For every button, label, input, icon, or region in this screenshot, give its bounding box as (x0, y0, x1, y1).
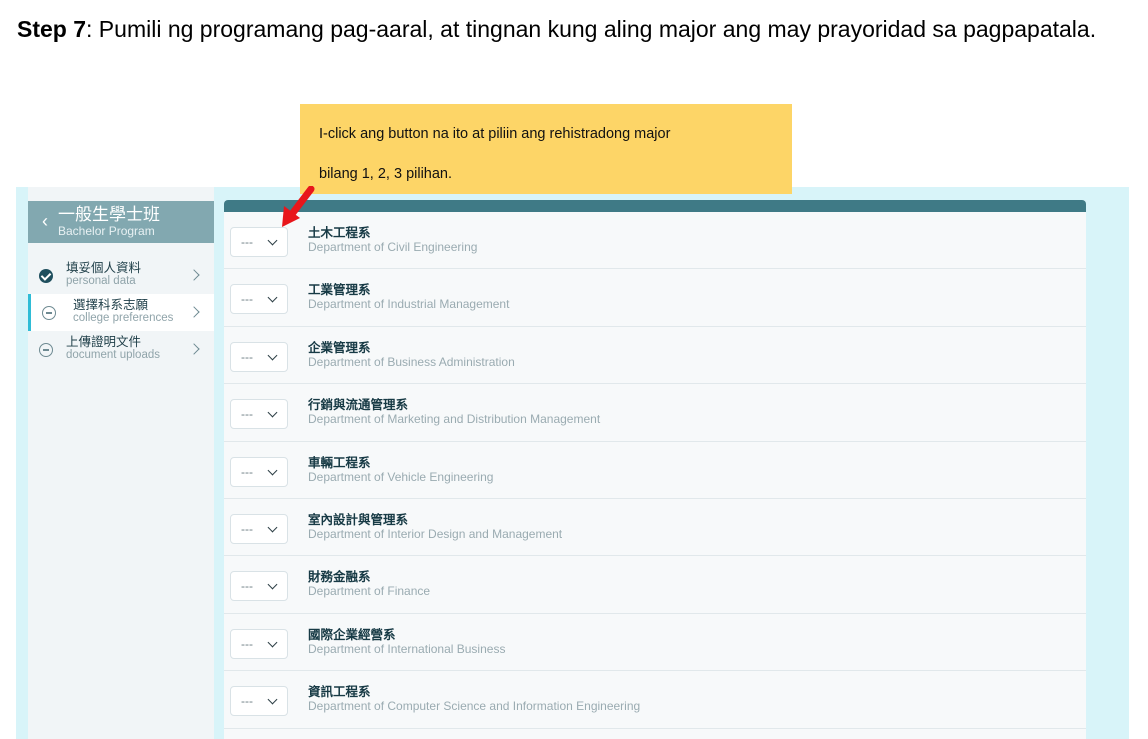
preference-select-value: --- (241, 521, 253, 536)
step-label: Step 7 (17, 16, 87, 42)
department-row-civil-engineering: --- 土木工程系 Department of Civil Engineerin… (224, 212, 1086, 270)
preference-select[interactable]: --- (230, 284, 288, 315)
chevron-right-icon (188, 343, 200, 355)
preference-select-value: --- (241, 464, 253, 479)
preference-select-value: --- (241, 407, 253, 422)
step-label-en: college preferences (73, 312, 174, 324)
chevron-down-icon (267, 407, 278, 418)
step-label-zh: 填妥個人資料 (66, 261, 142, 275)
minus-circle-icon (42, 306, 56, 320)
preference-select[interactable]: --- (230, 456, 288, 487)
callout-line-1: I-click ang button na ito at piliin ang … (319, 126, 671, 142)
chevron-down-icon (267, 350, 278, 361)
department-panel: --- 土木工程系 Department of Civil Engineerin… (224, 200, 1086, 739)
preference-select[interactable]: --- (230, 571, 288, 602)
department-name-zh: 車輛工程系 (308, 455, 371, 470)
department-name-en: Department of Civil Engineering (308, 240, 478, 254)
department-row-marketing-distribution: --- 行銷與流通管理系 Department of Marketing and… (224, 384, 1086, 442)
pointer-arrow-icon (282, 186, 315, 227)
department-name-zh: 資訊工程系 (308, 685, 371, 700)
sidebar: ‹ 一般生學士班 Bachelor Program 填妥個人資料 persona… (28, 187, 214, 739)
department-name-zh: 工業管理系 (308, 283, 371, 298)
department-name-en: Department of Marketing and Distribution… (308, 412, 601, 427)
chevron-right-icon (188, 269, 200, 281)
department-name-en: Department of Business Administration (308, 354, 515, 369)
instruction-text: Step 7: Pumili ng programang pag-aaral, … (17, 10, 1127, 48)
department-row-vehicle-engineering: --- 車輛工程系 Department of Vehicle Engineer… (224, 442, 1086, 499)
preference-select-value: --- (241, 636, 253, 651)
department-name-en: Department of Interior Design and Manage… (308, 526, 563, 541)
sidebar-step-personal-data[interactable]: 填妥個人資料 personal data (28, 257, 214, 294)
chevron-down-icon (267, 522, 278, 533)
department-list: --- 土木工程系 Department of Civil Engineerin… (224, 212, 1086, 729)
preference-select[interactable]: --- (230, 686, 288, 717)
panel-header-bar (224, 200, 1086, 212)
preference-select[interactable]: --- (230, 513, 288, 544)
chevron-left-icon: ‹ (42, 211, 48, 231)
department-row-computer-science: --- 資訊工程系 Department of Computer Science… (224, 671, 1086, 729)
chevron-down-icon (267, 292, 278, 303)
preference-select[interactable]: --- (230, 628, 288, 659)
department-name-zh: 財務金融系 (308, 570, 371, 585)
department-name-en: Department of Vehicle Engineering (308, 469, 494, 484)
step-label-zh: 上傳證明文件 (66, 335, 142, 349)
department-name-zh: 室內設計與管理系 (308, 512, 409, 527)
application-window: ‹ 一般生學士班 Bachelor Program 填妥個人資料 persona… (16, 187, 1129, 739)
preference-select[interactable]: --- (230, 341, 288, 372)
sidebar-step-college-preferences[interactable]: 選擇科系志願 college preferences (28, 294, 214, 331)
department-name-zh: 國際企業經營系 (308, 627, 396, 642)
preference-select-value: --- (241, 694, 253, 709)
check-circle-icon (39, 269, 53, 283)
chevron-down-icon (267, 694, 278, 705)
department-name-en: Department of Computer Science and Infor… (308, 699, 641, 714)
chevron-down-icon (267, 579, 278, 590)
sidebar-back-header[interactable]: ‹ 一般生學士班 Bachelor Program (28, 201, 214, 243)
department-name-zh: 企業管理系 (308, 340, 371, 355)
instruction-body: : Pumili ng programang pag-aaral, at tin… (86, 16, 1097, 42)
preference-select-value: --- (241, 349, 253, 364)
department-row-industrial-management: --- 工業管理系 Department of Industrial Manag… (224, 269, 1086, 327)
department-name-zh: 行銷與流通管理系 (308, 398, 409, 413)
department-row-finance: --- 財務金融系 Department of Finance (224, 556, 1086, 614)
callout-line-2: bilang 1, 2, 3 pilihan. (319, 166, 453, 182)
department-row-business-administration: --- 企業管理系 Department of Business Adminis… (224, 327, 1086, 385)
preference-select-value: --- (241, 235, 253, 249)
chevron-down-icon (267, 637, 278, 648)
step-label-en: personal data (66, 275, 136, 287)
callout-box: I-click ang button na ito at piliin ang … (300, 104, 792, 194)
chevron-down-icon (267, 235, 278, 246)
program-subtitle: Bachelor Program (58, 224, 155, 238)
department-name-en: Department of International Business (308, 641, 506, 656)
department-row-international-business: --- 國際企業經營系 Department of International … (224, 614, 1086, 672)
minus-circle-icon (39, 343, 53, 357)
preference-select-value: --- (241, 579, 253, 594)
preference-select-value: --- (241, 292, 253, 307)
department-name-en: Department of Finance (308, 584, 431, 599)
step-label-en: document uploads (66, 349, 160, 361)
step-label-zh: 選擇科系志願 (73, 298, 149, 312)
department-name-en: Department of Industrial Management (308, 297, 510, 312)
department-row-interior-design: --- 室內設計與管理系 Department of Interior Desi… (224, 499, 1086, 557)
chevron-right-icon (188, 306, 200, 318)
preference-select[interactable]: --- (230, 399, 288, 430)
program-title: 一般生學士班 (58, 205, 160, 224)
sidebar-step-document-uploads[interactable]: 上傳證明文件 document uploads (28, 331, 214, 368)
chevron-down-icon (267, 465, 278, 476)
